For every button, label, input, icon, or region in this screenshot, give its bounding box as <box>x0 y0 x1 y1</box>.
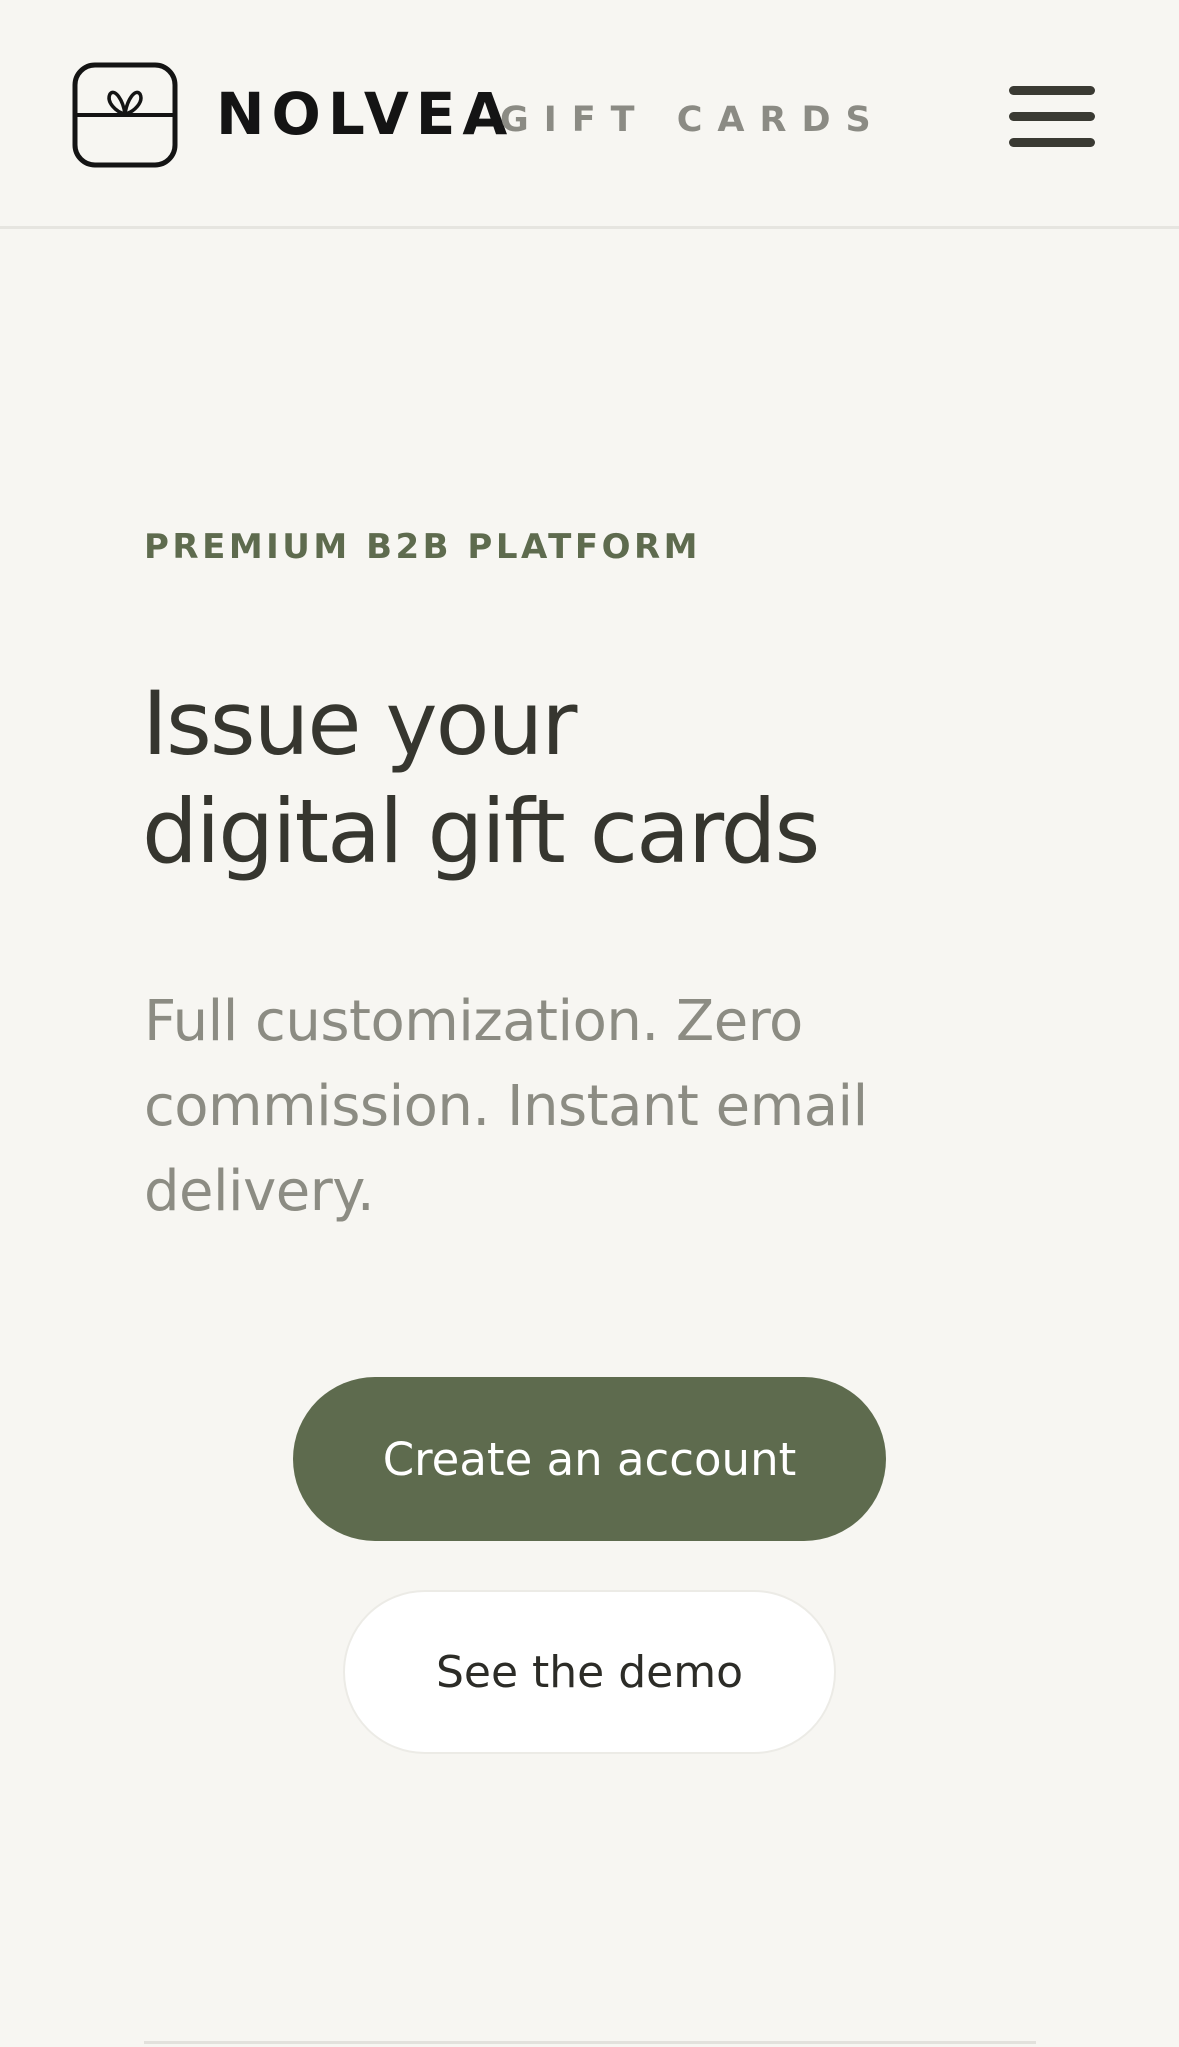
see-demo-button[interactable]: See the demo <box>343 1590 836 1754</box>
hero-headline-line1: Issue your <box>142 672 577 775</box>
site-header: NOLVEA GIFT CARDS <box>0 0 1179 229</box>
menu-bar <box>1009 85 1095 95</box>
hero-subtext: Full customization. Zero commission. Ins… <box>144 989 868 1224</box>
hero-headline: Issue your digital gift cards <box>142 670 1042 886</box>
hero-headline-line2: digital gift cards <box>142 780 820 883</box>
hero-eyebrow: PREMIUM B2B PLATFORM <box>144 527 702 567</box>
section-divider <box>144 2041 1036 2044</box>
menu-bar <box>1009 137 1095 147</box>
hamburger-menu-icon[interactable] <box>1002 76 1102 156</box>
create-account-button[interactable]: Create an account <box>293 1377 886 1541</box>
menu-bar <box>1009 111 1095 121</box>
gift-box-icon[interactable] <box>72 62 178 168</box>
brand-subtitle: GIFT CARDS <box>500 100 886 140</box>
brand-name[interactable]: NOLVEA <box>216 78 514 150</box>
